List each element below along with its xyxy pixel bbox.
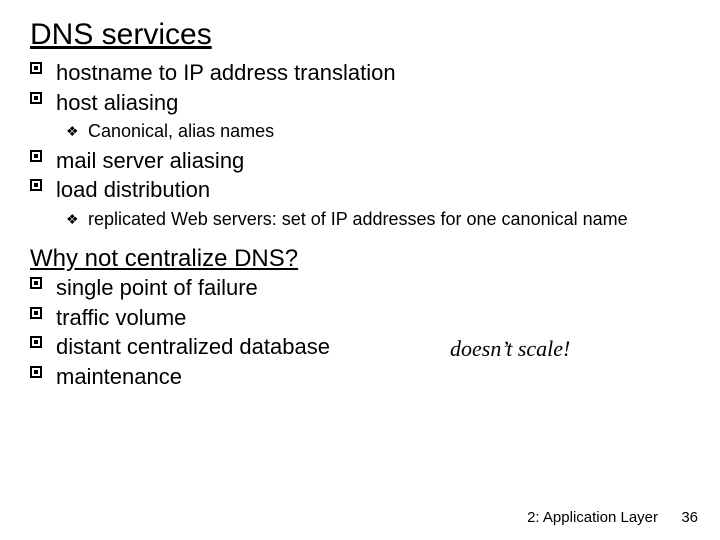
list-item: single point of failure [30,274,690,302]
list-item-text: single point of failure [56,275,258,300]
square-bullet-icon [30,62,42,74]
centralize-block: single point of failure traffic volume d… [30,274,690,390]
list-item-text: load distribution [56,177,210,202]
list-item-text: distant centralized database [56,334,330,359]
footer-page-number: 36 [681,509,698,526]
list-item-text: host aliasing [56,90,178,115]
heading-dns-services: DNS services [30,18,690,51]
list-item-text: hostname to IP address translation [56,60,396,85]
footer-chapter-label: 2: Application Layer [527,509,658,526]
sub-list-item: ❖ replicated Web servers: set of IP addr… [30,208,690,231]
list-item-text: mail server aliasing [56,148,244,173]
diamond-bullet-icon: ❖ [66,212,79,226]
square-bullet-icon [30,307,42,319]
diamond-bullet-icon: ❖ [66,124,79,138]
heading-why-not-centralize: Why not centralize DNS? [30,246,690,272]
slide: DNS services hostname to IP address tran… [0,0,720,540]
square-bullet-icon [30,336,42,348]
list-item: maintenance [30,363,690,391]
list-item: load distribution [30,176,690,204]
sub-list-item-text: replicated Web servers: set of IP addres… [88,209,628,229]
list-item-text: traffic volume [56,305,186,330]
list-item: traffic volume [30,304,690,332]
sub-list-item-text: Canonical, alias names [88,121,274,141]
square-bullet-icon [30,92,42,104]
square-bullet-icon [30,366,42,378]
list-item-text: maintenance [56,364,182,389]
square-bullet-icon [30,179,42,191]
square-bullet-icon [30,150,42,162]
list-item: distant centralized database [30,333,690,361]
doesnt-scale-note: doesn’t scale! [450,336,570,362]
list-item: hostname to IP address translation [30,59,690,87]
sub-list-item: ❖ Canonical, alias names [30,120,690,143]
list-item: host aliasing [30,89,690,117]
square-bullet-icon [30,277,42,289]
list-item: mail server aliasing [30,147,690,175]
